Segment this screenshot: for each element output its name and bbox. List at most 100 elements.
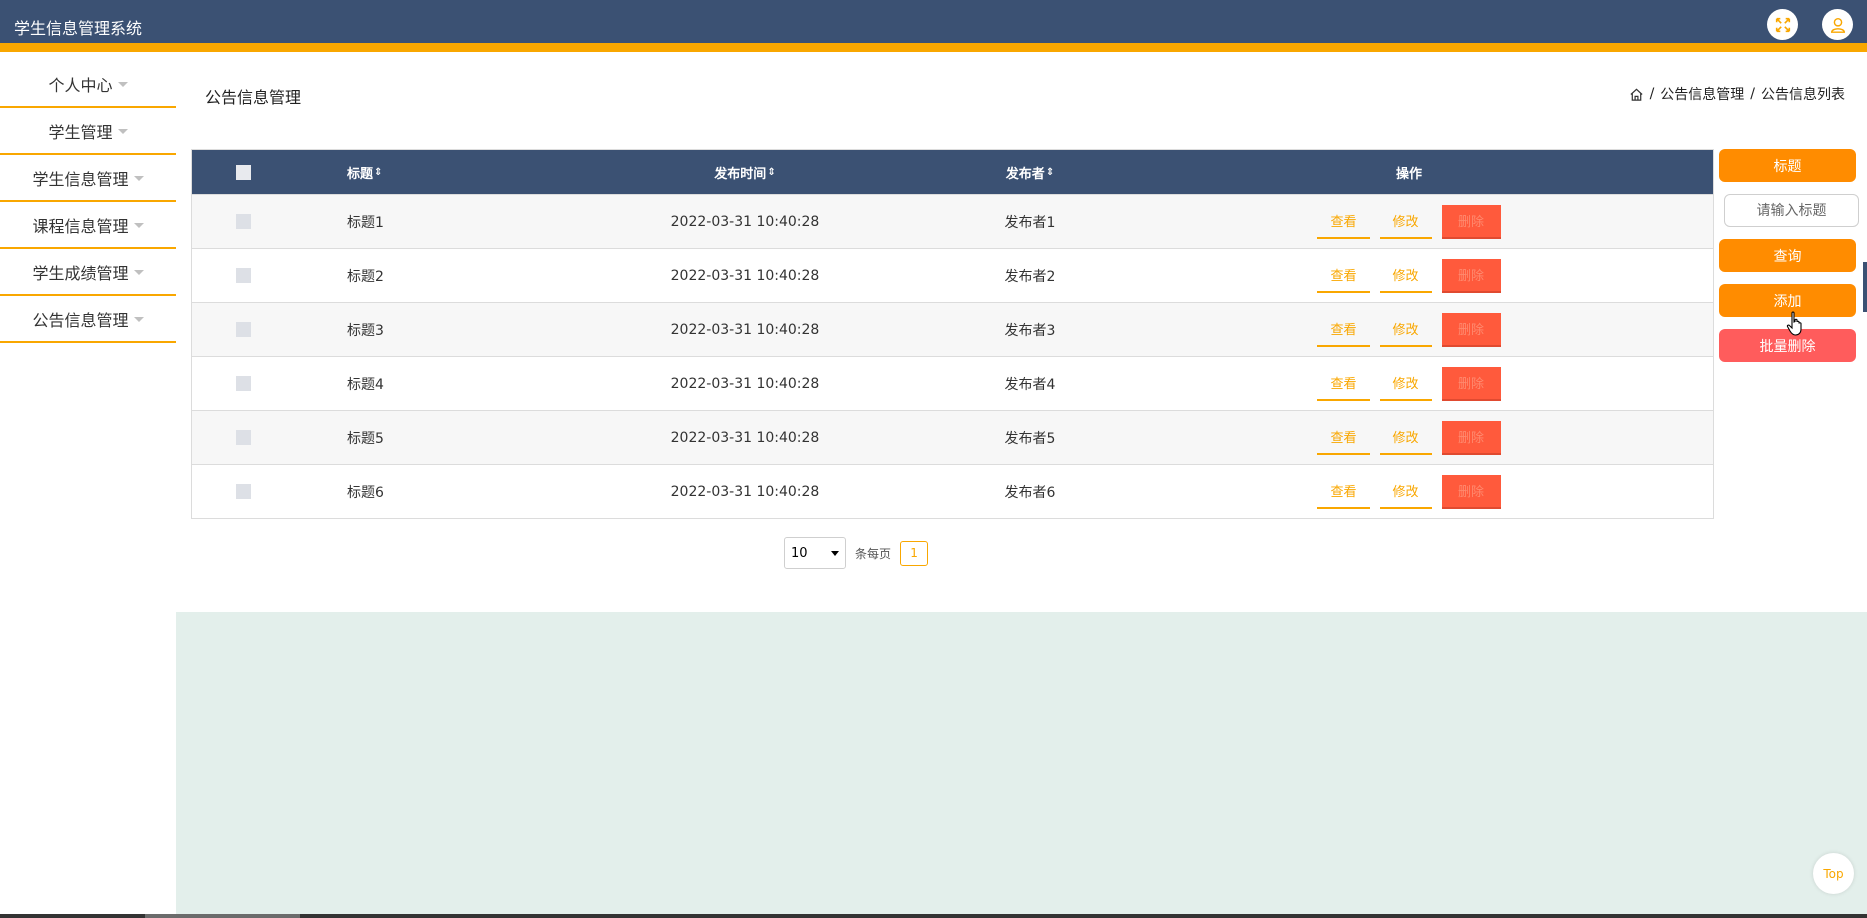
content-background: [176, 612, 1867, 914]
breadcrumb-item-current: 公告信息列表: [1761, 87, 1845, 103]
delete-button[interactable]: 删除: [1441, 204, 1501, 239]
sidebar-item-label: 学生成绩管理: [32, 263, 129, 283]
sidebar-item-label: 课程信息管理: [32, 216, 129, 236]
table-row: 标题1 2022-03-31 10:40:28 发布者1 查看 修改 删除: [192, 194, 1713, 248]
fullscreen-button[interactable]: [1767, 9, 1798, 40]
row-checkbox-cell: [192, 303, 295, 356]
edit-button[interactable]: 修改: [1379, 367, 1432, 401]
cell-time: 2022-03-31 10:40:28: [670, 429, 820, 446]
column-header-label: 标题: [347, 166, 374, 182]
view-button[interactable]: 查看: [1317, 421, 1370, 455]
edit-button[interactable]: 修改: [1379, 205, 1432, 239]
caret-down-icon: [133, 223, 144, 228]
page-number-button[interactable]: 1: [900, 540, 929, 566]
sidebar-item-label: 公告信息管理: [32, 310, 129, 330]
select-all-checkbox[interactable]: [236, 164, 251, 180]
page-size-value: 10: [791, 545, 808, 561]
breadcrumb-separator: /: [1750, 86, 1755, 102]
column-header-time[interactable]: 发布时间 ⇕: [585, 150, 905, 194]
row-checkbox[interactable]: [236, 214, 251, 229]
delete-button[interactable]: 删除: [1441, 312, 1501, 347]
caret-down-icon: [117, 129, 128, 134]
delete-button[interactable]: 删除: [1441, 258, 1501, 293]
row-checkbox-cell: [192, 411, 295, 464]
taskbar-segment: [145, 914, 300, 918]
sidebar-item-label: 学生管理: [48, 122, 113, 142]
per-page-label: 条每页: [855, 546, 892, 561]
breadcrumb: / 公告信息管理 / 公告信息列表: [1629, 84, 1845, 104]
row-checkbox[interactable]: [236, 268, 251, 283]
cell-title: 标题1: [347, 214, 384, 231]
sidebar-item-course-info[interactable]: 课程信息管理: [0, 202, 176, 249]
query-button[interactable]: 查询: [1719, 239, 1856, 272]
user-button[interactable]: [1822, 9, 1853, 40]
row-checkbox-cell: [192, 465, 295, 518]
edit-button[interactable]: 修改: [1379, 313, 1432, 347]
sidebar-item-student-info[interactable]: 学生信息管理: [0, 155, 176, 202]
row-checkbox[interactable]: [236, 484, 251, 499]
chevron-down-icon: [831, 550, 839, 556]
sidebar-item-announcements[interactable]: 公告信息管理: [0, 296, 176, 343]
cell-title: 标题3: [347, 322, 384, 339]
caret-down-icon: [133, 270, 144, 275]
table-row: 标题6 2022-03-31 10:40:28 发布者6 查看 修改 删除: [192, 464, 1713, 518]
cell-publisher: 发布者6: [1004, 484, 1056, 501]
sort-icon: ⇕: [1045, 166, 1055, 178]
row-checkbox-cell: [192, 357, 295, 410]
cell-ops: 查看 修改 删除: [1289, 195, 1529, 248]
view-button[interactable]: 查看: [1317, 205, 1370, 239]
view-button[interactable]: 查看: [1317, 259, 1370, 293]
cell-time: 2022-03-31 10:40:28: [670, 213, 820, 230]
table-row: 标题5 2022-03-31 10:40:28 发布者5 查看 修改 删除: [192, 410, 1713, 464]
fullscreen-icon: [1775, 17, 1790, 32]
edit-button[interactable]: 修改: [1379, 421, 1432, 455]
announcement-table: 标题 ⇕ 发布时间 ⇕ 发布者 ⇕ 操作 标题1 2022-03-31 10:40:2…: [191, 149, 1714, 519]
view-button[interactable]: 查看: [1317, 313, 1370, 347]
sidebar-item-grades[interactable]: 学生成绩管理: [0, 249, 176, 296]
view-button[interactable]: 查看: [1317, 367, 1370, 401]
home-icon[interactable]: [1629, 87, 1644, 102]
column-header-title[interactable]: 标题 ⇕: [347, 150, 382, 194]
top-header: 学生信息管理系统: [0, 0, 1867, 52]
cell-time: 2022-03-31 10:40:28: [670, 375, 820, 392]
page-size-select[interactable]: 10: [784, 537, 846, 569]
table-row: 标题2 2022-03-31 10:40:28 发布者2 查看 修改 删除: [192, 248, 1713, 302]
taskbar: [0, 914, 1867, 918]
breadcrumb-item[interactable]: 公告信息管理: [1660, 84, 1744, 104]
back-to-top-button[interactable]: Top: [1813, 853, 1854, 894]
row-checkbox[interactable]: [236, 376, 251, 391]
search-title-input[interactable]: [1724, 194, 1859, 227]
column-header-publisher[interactable]: 发布者 ⇕: [965, 150, 1095, 194]
user-icon: [1830, 17, 1845, 33]
row-checkbox[interactable]: [236, 430, 251, 445]
delete-button[interactable]: 删除: [1441, 366, 1501, 401]
sidebar-item-student-manage[interactable]: 学生管理: [0, 108, 176, 155]
cell-publisher: 发布者2: [1004, 268, 1056, 285]
pagination: 10 条每页 1: [784, 537, 929, 569]
sidebar-item-personal-center[interactable]: 个人中心: [0, 61, 176, 108]
column-header-ops: 操作: [1289, 150, 1529, 194]
edit-button[interactable]: 修改: [1379, 259, 1432, 293]
delete-button[interactable]: 删除: [1441, 420, 1501, 455]
table-row: 标题3 2022-03-31 10:40:28 发布者3 查看 修改 删除: [192, 302, 1713, 356]
cell-title: 标题4: [347, 376, 384, 393]
cell-publisher: 发布者4: [1004, 376, 1056, 393]
cell-ops: 查看 修改 删除: [1289, 465, 1529, 518]
cell-publisher: 发布者1: [1004, 214, 1056, 231]
table-row: 标题4 2022-03-31 10:40:28 发布者4 查看 修改 删除: [192, 356, 1713, 410]
edge-tab[interactable]: [1863, 262, 1867, 312]
cell-time: 2022-03-31 10:40:28: [670, 321, 820, 338]
view-button[interactable]: 查看: [1317, 475, 1370, 509]
page-title: 公告信息管理: [205, 88, 302, 107]
title-label-button[interactable]: 标题: [1719, 149, 1856, 182]
row-checkbox-cell: [192, 195, 295, 248]
sort-icon: ⇕: [767, 166, 776, 178]
edit-button[interactable]: 修改: [1379, 475, 1432, 509]
cell-ops: 查看 修改 删除: [1289, 249, 1529, 302]
sidebar-item-label: 个人中心: [48, 75, 113, 95]
row-checkbox[interactable]: [236, 322, 251, 337]
cell-ops: 查看 修改 删除: [1289, 357, 1529, 410]
delete-button[interactable]: 删除: [1441, 474, 1501, 509]
caret-down-icon: [133, 317, 144, 322]
cell-time: 2022-03-31 10:40:28: [670, 483, 820, 500]
